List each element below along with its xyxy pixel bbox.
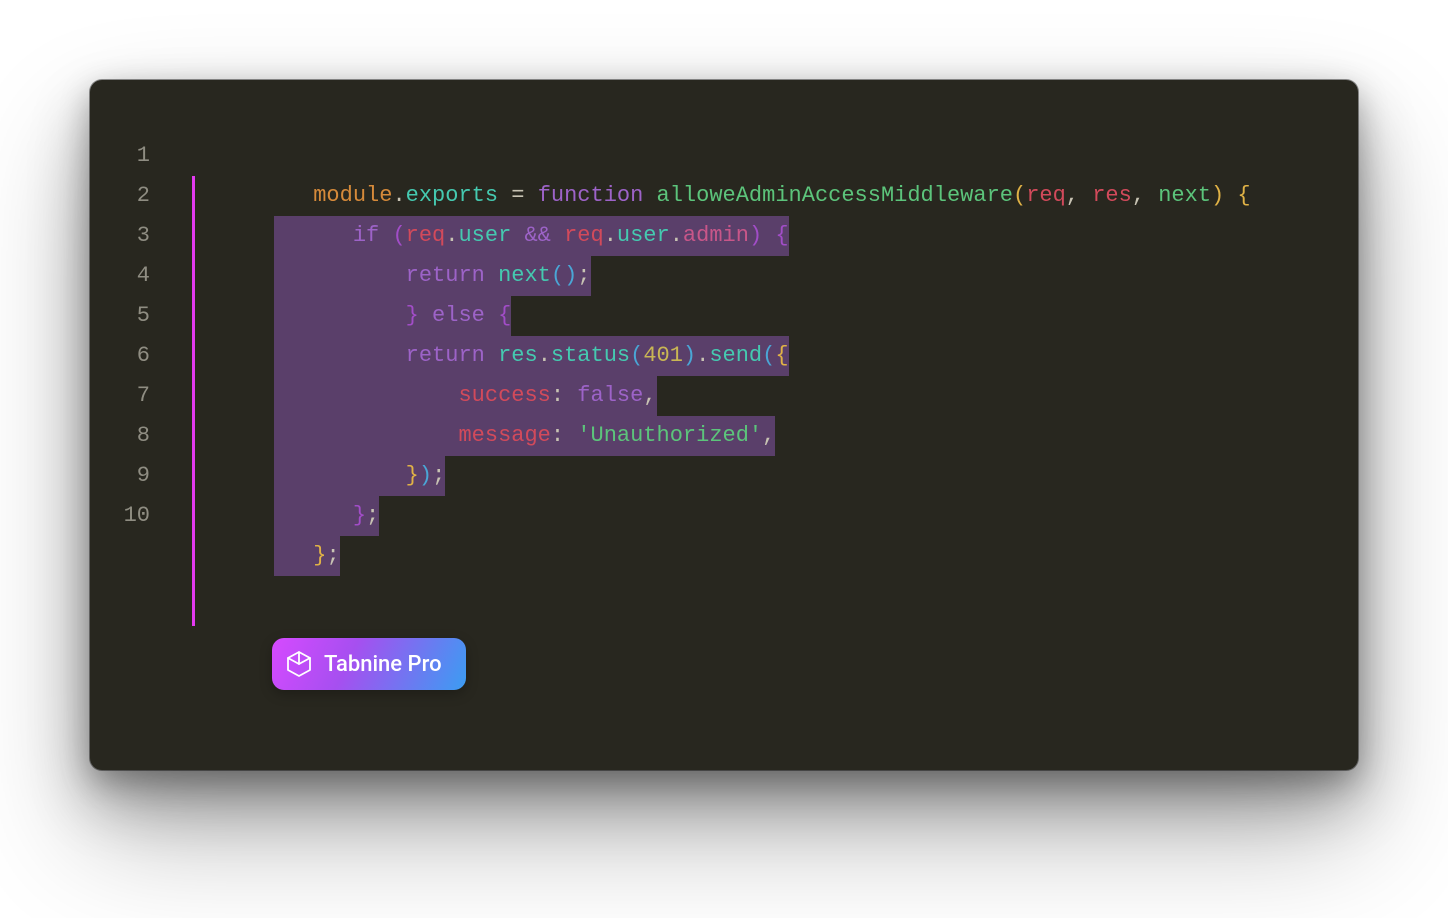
code-line-10: };: [168, 496, 1318, 536]
code-line-3: return next();: [168, 216, 1318, 256]
code-line-4: } else {: [168, 256, 1318, 296]
code-line-5: return res.status(401).send({: [168, 296, 1318, 336]
code-line-7: message: 'Unauthorized',: [168, 376, 1318, 416]
tabnine-pro-badge[interactable]: Tabnine Pro: [272, 638, 466, 690]
line-number-gutter: 12345678910: [90, 80, 168, 536]
code-line-6: success: false,: [168, 336, 1318, 376]
editor-window: 12345678910 module.exports = function al…: [90, 80, 1358, 770]
line-number: 5: [90, 296, 168, 336]
code-area[interactable]: module.exports = function alloweAdminAcc…: [168, 136, 1318, 536]
line-number: 4: [90, 256, 168, 296]
code-line-2: if (req.user && req.user.admin) {: [168, 176, 1318, 216]
code-line-1: module.exports = function alloweAdminAcc…: [168, 136, 1318, 176]
line-number: 3: [90, 216, 168, 256]
line-number: 2: [90, 176, 168, 216]
line-number: 1: [90, 136, 168, 176]
line-number: 8: [90, 416, 168, 456]
code-editor[interactable]: 12345678910 module.exports = function al…: [90, 80, 1358, 770]
suggestion-cursor-bar: [192, 176, 195, 626]
code-line-9: };: [168, 456, 1318, 496]
line-number: 6: [90, 336, 168, 376]
line-number: 7: [90, 376, 168, 416]
badge-label: Tabnine Pro: [324, 652, 442, 677]
line-number: 10: [90, 496, 168, 536]
line-number: 9: [90, 456, 168, 496]
tabnine-icon: [286, 650, 312, 678]
code-line-8: });: [168, 416, 1318, 456]
